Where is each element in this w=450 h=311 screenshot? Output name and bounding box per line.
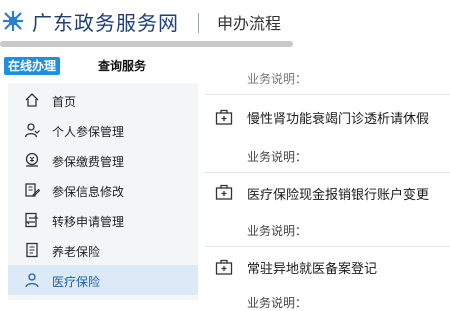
transfer-icon [25,212,39,228]
tab-query-service[interactable]: 查询服务 [98,58,146,74]
sidebar-item-transfer[interactable]: 转移申请管理 [8,205,198,235]
person-icon [24,123,40,138]
sidebar-item-label: 首页 [52,95,77,109]
sidebar-item-label: 参保信息修改 [52,185,125,199]
sidebar-item-home[interactable]: 首页 [8,85,198,115]
service-list: 业务说明： 慢性肾功能衰竭门诊透析请休假 业务说明： 医疗保险现金报销银行账户变… [205,72,450,310]
sidebar-item-label: 转移申请管理 [52,215,125,229]
divider [205,246,450,247]
tab-online-handling[interactable]: 在线办理 [4,57,61,75]
header-divider [198,13,199,33]
payment-icon [25,152,39,167]
divider [205,172,450,173]
briefcase-plus-icon [215,109,233,125]
gd-logo-icon [2,10,24,32]
document-icon [26,242,38,258]
sidebar-item-label: 医疗保险 [52,275,101,289]
service-title-link[interactable]: 医疗保险现金报销银行账户变更 [247,184,429,203]
briefcase-plus-icon [215,184,233,200]
site-header: 广东政务服务网 申办流程 [0,0,450,42]
sidebar-item-label: 养老保险 [52,245,101,259]
sidebar-item-label: 参保缴费管理 [52,155,125,169]
sidebar-item-personal-insurance[interactable]: 个人参保管理 [8,115,198,145]
service-description: 业务说明： [247,150,308,164]
site-name[interactable]: 广东政务服务网 [32,7,179,36]
service-title-link[interactable]: 常驻异地就医备案登记 [247,258,377,277]
person-icon [25,273,39,288]
service-description-partial: 业务说明： [247,72,308,86]
sidebar-item-info-edit[interactable]: 参保信息修改 [8,175,198,205]
horizontal-scrollbar[interactable] [0,41,293,47]
edit-icon [25,183,40,197]
service-description: 业务说明： [247,224,308,238]
service-title-link[interactable]: 慢性肾功能衰竭门诊透析请休假 [247,108,429,127]
sidebar-item-pension[interactable]: 养老保险 [8,235,198,265]
sidebar-item-medical-insurance[interactable]: 医疗保险 [8,265,198,295]
section-title: 申办流程 [217,14,282,33]
sidebar: 首页 个人参保管理 参保缴费管理 参保信息修改 转移申请管理 养老保险 医疗保险 [8,83,198,300]
home-icon [25,93,39,107]
service-description: 业务说明： [247,296,308,310]
divider [205,94,450,95]
briefcase-plus-icon [215,259,233,275]
sidebar-item-payment[interactable]: 参保缴费管理 [8,145,198,175]
sidebar-item-label: 个人参保管理 [52,125,125,139]
